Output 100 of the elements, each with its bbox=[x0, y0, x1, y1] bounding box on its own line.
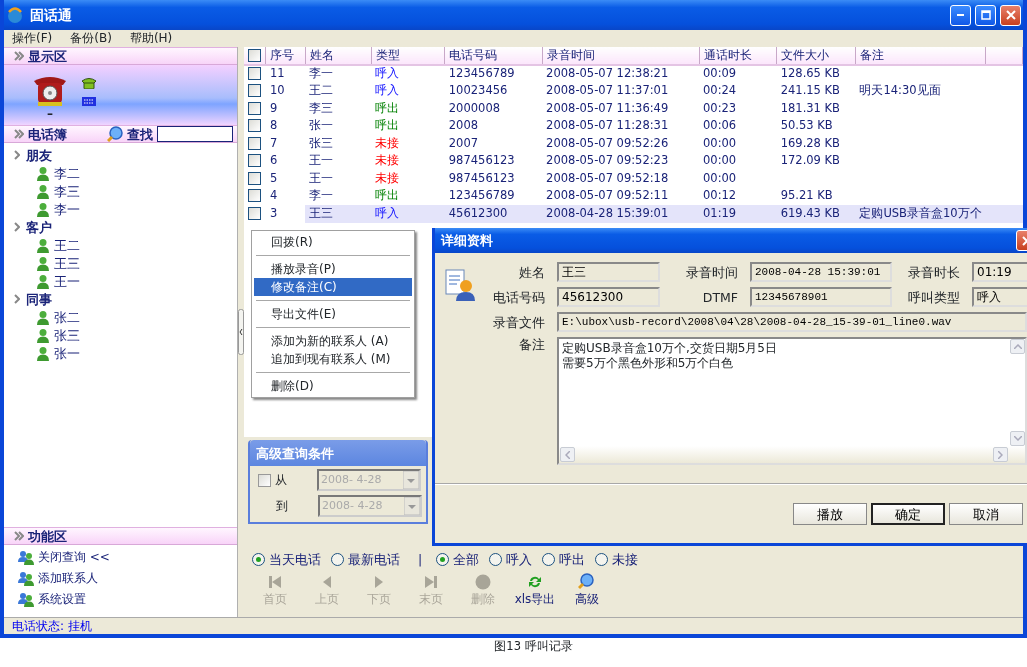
app-icon bbox=[6, 6, 24, 24]
select-all-checkbox[interactable] bbox=[248, 48, 261, 62]
group-label[interactable]: 同事 bbox=[26, 291, 52, 307]
column-header[interactable]: 电话号码 bbox=[444, 47, 543, 65]
column-header[interactable]: 姓名 bbox=[305, 47, 372, 65]
row-checkbox[interactable] bbox=[248, 101, 261, 115]
table-cell: 241.15 KB bbox=[780, 83, 840, 98]
row-checkbox[interactable] bbox=[248, 206, 261, 220]
radio-button[interactable]: 呼出 bbox=[542, 551, 590, 567]
menu-item[interactable]: 导出文件(E) bbox=[254, 305, 412, 323]
table-cell: 987456123 bbox=[448, 170, 515, 185]
table-cell: 2008-04-28 15:39:01 bbox=[546, 205, 669, 220]
function-link[interactable]: 添加联系人 bbox=[38, 571, 98, 586]
text-field[interactable]: E:\ubox\usb-record\2008\04\28\2008-04-28_15-39-01_line0.wav bbox=[557, 312, 1027, 332]
contact-name[interactable]: 王一 bbox=[54, 273, 80, 289]
row-checkbox[interactable] bbox=[248, 84, 261, 98]
column-header[interactable]: 类型 bbox=[371, 47, 445, 65]
text-field[interactable]: 呼入 bbox=[972, 287, 1027, 307]
column-header[interactable]: 文件大小 bbox=[776, 47, 856, 65]
row-checkbox[interactable] bbox=[248, 136, 261, 150]
table-cell: 00:00 bbox=[703, 135, 737, 150]
person-icon bbox=[36, 345, 50, 361]
contact-name[interactable]: 张三 bbox=[54, 327, 80, 343]
menu-item[interactable]: 操作(F) bbox=[12, 31, 53, 46]
table-cell: 2008-05-07 09:52:11 bbox=[546, 188, 669, 203]
table-cell: 10023456 bbox=[448, 83, 508, 98]
text-field[interactable]: 01:19 bbox=[972, 262, 1027, 282]
table-cell: 00:23 bbox=[703, 100, 737, 115]
maximize-button[interactable] bbox=[975, 4, 996, 26]
splitter-handle[interactable] bbox=[238, 309, 244, 355]
column-header[interactable]: 录音时间 bbox=[542, 47, 700, 65]
dropdown-icon bbox=[403, 471, 419, 489]
table-cell: 00:06 bbox=[703, 118, 737, 133]
note-line: 定购USB录音盒10万个,交货日期5月5日 bbox=[562, 341, 777, 356]
contact-name[interactable]: 张一 bbox=[54, 345, 80, 361]
status-bar: 电话状态: 挂机 bbox=[4, 617, 1023, 634]
row-checkbox[interactable] bbox=[248, 67, 261, 81]
menu-item[interactable]: 回拨(R) bbox=[254, 233, 412, 251]
dialog-button[interactable]: 播放 bbox=[793, 503, 867, 525]
field-label: 录音时长 bbox=[907, 264, 960, 280]
menu-item[interactable]: 追加到现有联系人 (M) bbox=[254, 350, 412, 368]
table-cell: 定购USB录音盒10万个 bbox=[859, 205, 982, 220]
menu-item[interactable]: 备份(B) bbox=[70, 31, 112, 46]
minimize-icon bbox=[957, 14, 964, 16]
dialog-button[interactable]: 取消 bbox=[949, 503, 1023, 525]
table-cell: 00:24 bbox=[703, 83, 737, 98]
column-header[interactable]: 通话时长 bbox=[699, 47, 777, 65]
function-link[interactable]: 关闭查询 << bbox=[38, 550, 110, 565]
contact-name[interactable]: 张二 bbox=[54, 309, 80, 325]
table-cell: 3 bbox=[265, 205, 306, 223]
function-link[interactable]: 系统设置 bbox=[38, 592, 86, 607]
text-field[interactable]: 12345678901 bbox=[750, 287, 892, 307]
menu-item[interactable]: 播放录音(P) bbox=[254, 260, 412, 278]
menu-item[interactable]: 修改备注(C) bbox=[254, 278, 412, 296]
radio-button[interactable]: 最新电话 bbox=[331, 551, 404, 567]
group-label[interactable]: 朋友 bbox=[26, 147, 52, 163]
text-field[interactable]: 王三 bbox=[557, 262, 660, 282]
checkbox[interactable] bbox=[258, 473, 271, 487]
menu-item[interactable]: 帮助(H) bbox=[129, 31, 173, 46]
radio-button[interactable]: 未接 bbox=[595, 551, 643, 567]
field-label: 呼叫类型 bbox=[907, 289, 960, 305]
radio-button[interactable]: 全部 bbox=[436, 551, 484, 567]
table-cell: 00:09 bbox=[703, 66, 737, 81]
field-label: 姓名 bbox=[518, 264, 545, 280]
chevron-icon bbox=[14, 294, 20, 304]
person-icon bbox=[36, 327, 50, 343]
group-label[interactable]: 客户 bbox=[26, 219, 52, 235]
row-checkbox[interactable] bbox=[248, 119, 261, 133]
text-field[interactable]: 2008-04-28 15:39:01 bbox=[750, 262, 892, 282]
row-checkbox[interactable] bbox=[248, 154, 261, 168]
table-cell: 123456789 bbox=[448, 66, 515, 81]
menu-item[interactable]: 删除(D) bbox=[254, 377, 412, 395]
window-title: 固话通 bbox=[30, 6, 72, 24]
call-type: 呼入 bbox=[375, 205, 400, 220]
contact-name[interactable]: 李三 bbox=[54, 183, 80, 199]
minimize-button[interactable] bbox=[950, 4, 971, 26]
dialog-button[interactable]: 确定 bbox=[871, 503, 945, 525]
toolbar-button[interactable]: xls导出 bbox=[514, 573, 556, 607]
contact-name[interactable]: 李一 bbox=[54, 201, 80, 217]
radio-button[interactable]: 呼入 bbox=[489, 551, 537, 567]
last-page-icon bbox=[422, 573, 440, 591]
dialog-title: 详细资料 bbox=[441, 232, 493, 249]
toolbar-button[interactable]: 高级 bbox=[566, 573, 608, 607]
table-cell: 2008 bbox=[448, 118, 479, 133]
column-header[interactable]: 序号 bbox=[265, 47, 306, 65]
table-cell: 181.31 KB bbox=[780, 100, 840, 115]
row-checkbox[interactable] bbox=[248, 189, 261, 203]
search-label: 查找 bbox=[127, 126, 153, 142]
contact-name[interactable]: 王三 bbox=[54, 255, 80, 271]
column-header[interactable]: 备注 bbox=[855, 47, 986, 65]
close-button[interactable] bbox=[1000, 4, 1021, 26]
table-cell: 172.09 KB bbox=[780, 153, 840, 168]
row-checkbox[interactable] bbox=[248, 171, 261, 185]
menu-item[interactable]: 添加为新的联系人 (A) bbox=[254, 332, 412, 350]
search-field[interactable] bbox=[157, 126, 233, 142]
contact-name[interactable]: 王二 bbox=[54, 237, 80, 253]
text-field[interactable]: 45612300 bbox=[557, 287, 660, 307]
contact-name[interactable]: 李二 bbox=[54, 165, 80, 181]
radio-button[interactable]: 当天电话 bbox=[252, 551, 325, 567]
section-title: 电话簿 bbox=[28, 126, 67, 142]
